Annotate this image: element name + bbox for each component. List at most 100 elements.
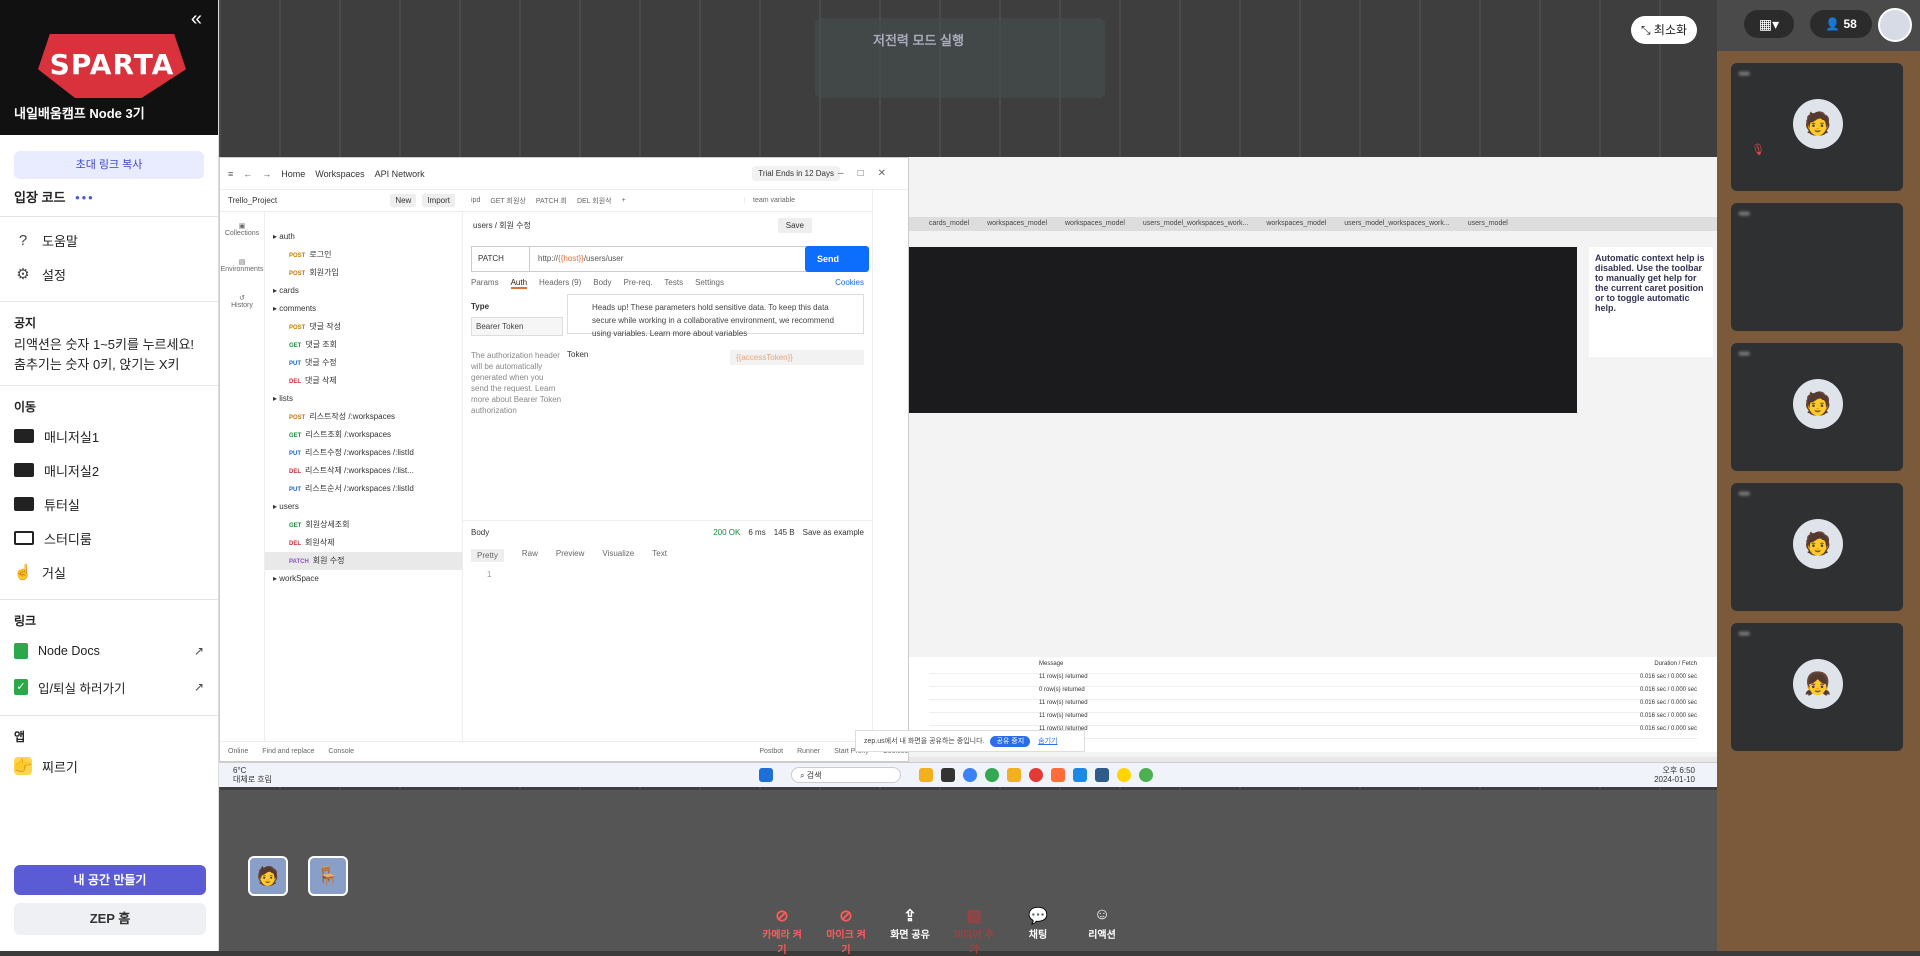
db-tab[interactable]: workspaces_model [1266,217,1326,231]
vscode-icon[interactable] [1073,768,1087,782]
back-icon[interactable]: ← [243,169,252,179]
footer-item[interactable]: Runner [797,748,820,755]
app-icon[interactable] [1139,768,1153,782]
tab-raw[interactable]: Raw [522,549,538,562]
tree-request[interactable]: GET 회원상세조회 [265,516,462,534]
token-input[interactable]: {{accessToken}} [730,350,864,365]
footer-item[interactable]: Find and replace [262,748,314,755]
chat-button[interactable]: 💬 채팅 [1016,906,1060,956]
reaction-button[interactable]: ☺ 리액션 [1080,906,1124,956]
invite-link-button[interactable]: 초대 링크 복사 [14,151,204,179]
send-button[interactable]: Send [805,246,869,272]
tree-request[interactable]: POST 리스트작성 /:workspaces [265,408,462,426]
tree-request[interactable]: POST 회원가입 [265,264,462,282]
save-button[interactable]: Save [777,217,812,233]
add-tab-icon[interactable]: + [622,197,626,204]
workbench-icon[interactable] [1095,768,1109,782]
tab-preview[interactable]: Preview [556,549,584,562]
tree-folder[interactable]: ▸ comments [265,300,462,318]
request-tab[interactable]: ipd [471,197,480,204]
tree-request[interactable]: POST 댓글 작성 [265,318,462,336]
video-tile[interactable]: ••• 👧 [1731,623,1903,751]
room-item-study[interactable]: 스터디룸 [0,521,218,555]
minimize-button[interactable]: ⤡ 최소화 [1631,16,1697,44]
room-item-manager1[interactable]: 매니저실1 [0,419,218,453]
zep-home-button[interactable]: ZEP 홈 [14,903,206,935]
stop-share-button[interactable]: 공유 중지 [990,736,1031,747]
tree-request[interactable]: PATCH 회원 수정 [265,552,462,570]
link-node-docs[interactable]: Node Docs ↗ [0,633,218,669]
db-tab[interactable]: users_model [1468,217,1508,231]
nav-home[interactable]: Home [281,169,305,179]
weather-widget[interactable]: 6°C 대체로 흐림 [233,766,272,784]
tab-headers[interactable]: Headers (9) [539,278,581,289]
tree-folder[interactable]: ▸ cards [265,282,462,300]
screen-share-button[interactable]: ⇪ 화면 공유 [888,906,932,956]
tree-request[interactable]: GET 리스트조회 /:workspaces [265,426,462,444]
folder-icon[interactable] [1007,768,1021,782]
room-item-living[interactable]: ☝ 거실 [0,555,218,589]
tab-auth[interactable]: Auth [510,278,528,289]
link-attendance[interactable]: ✓ 입/퇴실 하러가기 ↗ [0,669,218,705]
mic-button[interactable]: ⊘ 마이크 켜기 [824,906,868,956]
sql-editor[interactable] [909,247,1577,413]
tree-request[interactable]: DEL 댓글 삭제 [265,372,462,390]
url-input[interactable]: http://{{host}}/users/user [529,246,808,272]
save-example-button[interactable]: Save as example [803,528,864,537]
chat-app-icon[interactable] [963,768,977,782]
my-item-button[interactable]: 🪑 [308,856,348,896]
new-button[interactable]: New [390,194,417,207]
tree-folder[interactable]: ▸ users [265,498,462,516]
avatar-button[interactable]: 🧑 [248,856,288,896]
db-tab[interactable]: workspaces_model [987,217,1047,231]
layout-toggle-button[interactable]: ▦▾ [1744,10,1794,38]
tab-prereq[interactable]: Pre-req. [624,278,653,289]
kakaotalk-icon[interactable] [1117,768,1131,782]
environment-select[interactable]: team variable [744,197,864,204]
camera-button[interactable]: ⊘ 카메라 켜기 [760,906,804,956]
db-tab[interactable]: cards_model [929,217,969,231]
cookies-link[interactable]: Cookies [835,278,864,289]
forward-icon[interactable]: → [262,169,271,179]
environments-tab[interactable]: ▤ Environments [220,248,264,284]
media-button[interactable]: ▧ 미디어 추가 [952,906,996,956]
video-tile[interactable]: ••• [1731,203,1903,331]
system-clock[interactable]: 오후 6:50 2024-01-10 [1654,766,1695,784]
history-tab[interactable]: ↺ History [220,284,264,320]
help-menu-item[interactable]: ? 도움말 [0,223,218,257]
terminal-icon[interactable] [941,768,955,782]
collapse-sidebar-icon[interactable]: « [191,8,202,31]
hide-notice-link[interactable]: 숨기기 [1038,738,1057,745]
db-tab[interactable]: users_model_workspaces_work... [1344,217,1449,231]
tree-folder[interactable]: ▸ auth [265,228,462,246]
request-tab[interactable]: GET 회원상 [490,196,526,206]
nav-workspaces[interactable]: Workspaces [315,169,364,179]
footer-item[interactable]: Postbot [759,748,783,755]
db-tab[interactable]: users_model_workspaces_work... [1143,217,1248,231]
my-avatar[interactable] [1878,8,1912,42]
tree-request[interactable]: DEL 회원삭제 [265,534,462,552]
postman-icon[interactable] [1051,768,1065,782]
tab-pretty[interactable]: Pretty [471,549,504,562]
menu-icon[interactable]: ≡ [228,169,233,179]
nav-api-network[interactable]: API Network [375,169,425,179]
method-select[interactable]: PATCH [471,246,529,272]
video-tile[interactable]: ••• 🧑 [1731,343,1903,471]
tree-folder[interactable]: ▸ workSpace [265,570,462,588]
windows-start-icon[interactable] [759,768,773,782]
tree-request[interactable]: PUT 리스트수정 /:workspaces /:listId [265,444,462,462]
media-app-icon[interactable] [1029,768,1043,782]
trial-badge[interactable]: Trial Ends in 12 Days [752,166,840,181]
tab-visualize[interactable]: Visualize [602,549,634,562]
user-count-button[interactable]: 👤 58 [1810,10,1872,38]
video-tile[interactable]: ••• 🧑 [1731,483,1903,611]
room-item-manager2[interactable]: 매니저실2 [0,453,218,487]
tree-request[interactable]: PUT 댓글 수정 [265,354,462,372]
video-tile[interactable]: ••• 🧑 🎙 [1731,63,1903,191]
taskbar-search[interactable]: ⌕ 검색 [791,767,901,783]
tree-request[interactable]: PUT 리스트순서 /:workspaces /:listId [265,480,462,498]
app-poke[interactable]: 👉 찌르기 [0,749,218,783]
chrome-icon[interactable] [985,768,999,782]
tree-request[interactable]: DEL 리스트삭제 /:workspaces /:list... [265,462,462,480]
format-select[interactable]: Text [652,549,667,562]
